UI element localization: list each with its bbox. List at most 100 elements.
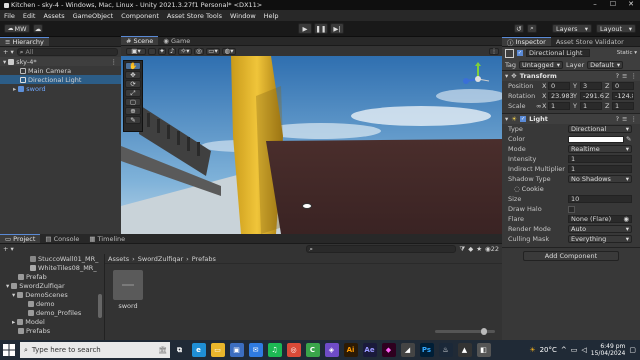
rotation-y-field[interactable]: -291.6	[580, 92, 604, 100]
tree-item[interactable]: demo	[0, 299, 104, 308]
toggle-2d-button[interactable]	[148, 47, 156, 55]
more-options-icon[interactable]: ⋮	[111, 58, 118, 66]
close-button[interactable]: ✕	[622, 0, 640, 8]
xd-icon[interactable]: ◆	[381, 343, 396, 357]
transform-tool[interactable]: ⊕	[125, 107, 141, 115]
tab-scene[interactable]: # Scene	[121, 36, 159, 45]
rect-tool[interactable]: ▢	[125, 98, 141, 106]
tree-item[interactable]: ▾ DemoScenes	[0, 290, 104, 299]
preset-icon[interactable]: ≡	[622, 115, 627, 123]
view-tool[interactable]: ✋	[125, 62, 141, 70]
position-y-field[interactable]: 3	[580, 82, 602, 90]
camtasia-icon[interactable]: C	[305, 343, 320, 357]
light-header[interactable]: ▾ ☀ ✓ Light ? ≡ ⋮	[502, 113, 640, 124]
light-type-dropdown[interactable]: Directional ▾	[568, 125, 632, 133]
scene-row[interactable]: ▾ sky-4* ⋮	[0, 57, 121, 66]
help-icon[interactable]: ?	[616, 115, 619, 123]
minimize-button[interactable]: –	[586, 0, 604, 8]
steam-icon[interactable]: ♨	[438, 343, 453, 357]
menu-edit[interactable]: Edit	[23, 12, 36, 20]
add-component-button[interactable]: Add Component	[523, 251, 619, 261]
help-icon[interactable]: ?	[616, 72, 619, 80]
app-icon[interactable]: ▲	[457, 343, 472, 357]
eye-count-icon[interactable]: ◉22	[485, 245, 499, 253]
preset-icon[interactable]: ≡	[622, 72, 627, 80]
tab-project[interactable]: ▭ Project	[0, 234, 41, 243]
layer-dropdown[interactable]: Default ▾	[587, 60, 624, 69]
breadcrumb-assets[interactable]: Assets	[108, 255, 129, 263]
flare-field[interactable]: None (Flare) ◉	[568, 215, 632, 223]
tab-timeline[interactable]: ▦ Timeline	[84, 234, 130, 243]
tray-chevron-icon[interactable]: ^	[561, 346, 567, 354]
culling-mask-dropdown[interactable]: Everything ▾	[568, 235, 632, 243]
draw-mode-dropdown[interactable]: ▣▾	[126, 47, 146, 55]
audio-toggle[interactable]: ♪	[168, 47, 176, 55]
hierarchy-item-directional-light[interactable]: Directional Light	[0, 75, 121, 84]
shadow-type-dropdown[interactable]: No Shadows ▾	[568, 175, 632, 183]
scale-x-field[interactable]: 1	[548, 102, 570, 110]
illustrator-icon[interactable]: Ai	[343, 343, 358, 357]
rotation-z-field[interactable]: -124.8	[612, 92, 634, 100]
pause-button[interactable]: ❚❚	[314, 23, 328, 34]
position-x-field[interactable]: 0	[548, 82, 570, 90]
menu-assets[interactable]: Assets	[43, 12, 64, 20]
render-mode-dropdown[interactable]: Auto ▾	[568, 225, 632, 233]
hierarchy-item-main-camera[interactable]: Main Camera	[0, 66, 121, 75]
tree-scrollbar[interactable]	[98, 294, 102, 318]
spotify-icon[interactable]: ♫	[267, 343, 282, 357]
step-button[interactable]: ▶|	[330, 23, 344, 34]
tag-dropdown[interactable]: Untagged ▾	[519, 60, 564, 69]
indirect-multiplier-field[interactable]: 1	[568, 165, 632, 173]
breadcrumb-prefabs[interactable]: Prefabs	[192, 255, 216, 263]
layout-dropdown[interactable]: Layout ▾	[596, 24, 636, 33]
edge-icon[interactable]: e	[191, 343, 206, 357]
scene-gizmo[interactable]	[461, 62, 495, 96]
add-button[interactable]: + ▾	[3, 245, 14, 253]
scale-tool[interactable]: ⤢	[125, 89, 141, 97]
hierarchy-search-input[interactable]: ⌕ All	[16, 48, 118, 56]
scene-more-button[interactable]: ⋮	[489, 47, 499, 55]
eyedropper-icon[interactable]: ✎	[626, 135, 631, 143]
menu-component[interactable]: Component	[121, 12, 159, 20]
file-explorer-icon[interactable]: ▭	[210, 343, 225, 357]
scale-z-field[interactable]: 1	[612, 102, 634, 110]
light-enabled-checkbox[interactable]: ✓	[520, 116, 527, 122]
tree-item[interactable]: WhiteTiles08_MR_	[0, 263, 104, 272]
volume-icon[interactable]: ◁	[581, 346, 586, 354]
store-icon[interactable]: ▣	[229, 343, 244, 357]
tree-item[interactable]: ▸ Model	[0, 317, 104, 326]
tab-game[interactable]: ◉ Game	[158, 36, 195, 45]
weather-icon[interactable]: ☀	[529, 346, 535, 354]
account-button[interactable]: ☁ MW	[4, 24, 30, 33]
light-mode-dropdown[interactable]: Realtime ▾	[568, 145, 632, 153]
intensity-field[interactable]: 1	[568, 155, 632, 163]
active-checkbox[interactable]: ✓	[517, 50, 523, 56]
breadcrumb-swordzulfiqar[interactable]: SwordZulfiqar	[138, 255, 183, 263]
cookie-size-field[interactable]: 10	[568, 195, 632, 203]
tab-hierarchy[interactable]: ≡ Hierarchy	[0, 37, 49, 46]
more-options-icon[interactable]: ⋮	[631, 72, 638, 80]
scale-y-field[interactable]: 1	[580, 102, 602, 110]
move-tool[interactable]: ✥	[125, 71, 141, 79]
light-color-swatch[interactable]	[568, 135, 624, 143]
tree-item[interactable]: Prefab	[0, 272, 104, 281]
tab-asset-store-validator[interactable]: Asset Store Validator	[551, 37, 629, 46]
unity-icon[interactable]: ◢	[400, 343, 415, 357]
menu-file[interactable]: File	[4, 12, 15, 20]
asset-item-sword[interactable]: sword	[113, 270, 143, 310]
photoshop-icon[interactable]: Ps	[419, 343, 434, 357]
scene-viewport[interactable]: ✋ ✥ ⟳ ⤢ ▢ ⊕ ✎	[121, 56, 502, 234]
menu-window[interactable]: Window	[230, 12, 256, 20]
menu-asset-store-tools[interactable]: Asset Store Tools	[167, 12, 222, 20]
gizmos-dropdown[interactable]: ◍▾	[222, 47, 236, 55]
mail-icon[interactable]: ✉	[248, 343, 263, 357]
transform-header[interactable]: ▾ ✥ Transform ? ≡ ⋮	[502, 70, 640, 81]
object-name-field[interactable]: Directional Light	[526, 49, 590, 57]
tree-item[interactable]: ▾ SwordZulfiqar	[0, 281, 104, 290]
search-button[interactable]: ⌕	[527, 24, 537, 33]
chrome-icon[interactable]: ◎	[286, 343, 301, 357]
add-button[interactable]: + ▾	[3, 48, 14, 56]
label-icon[interactable]: ◆	[468, 245, 473, 253]
hierarchy-item-sword[interactable]: ▸ sword	[0, 84, 121, 93]
after-effects-icon[interactable]: Ae	[362, 343, 377, 357]
